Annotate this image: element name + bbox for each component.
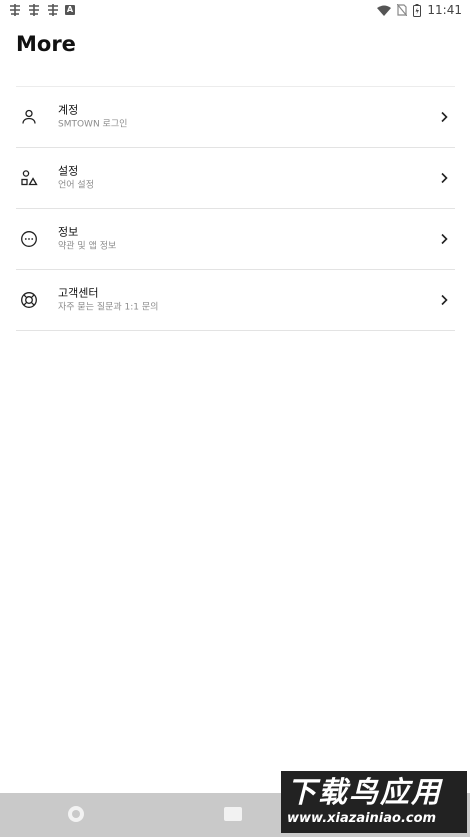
- carrier-icon: [29, 4, 39, 16]
- clock: 11:41: [427, 3, 462, 17]
- carrier-icon: [48, 4, 58, 16]
- shapes-icon: [21, 170, 38, 186]
- chevron-right-icon: [441, 172, 448, 184]
- menu-item-text: 설정 언어 설정: [58, 164, 94, 193]
- watermark: 下载鸟应用 www.xiazainiao.com: [281, 771, 467, 833]
- chevron-right-icon: [441, 111, 448, 123]
- home-button[interactable]: [68, 806, 84, 822]
- menu-item-account[interactable]: 계정 SMTOWN 로그인: [16, 87, 455, 148]
- menu-item-sublabel: 약관 및 앱 정보: [58, 241, 117, 252]
- menu-list: 계정 SMTOWN 로그인 설정 언어 설정 정보 약관 및 앱 정보 고객센터…: [16, 86, 455, 331]
- system-status: 11:41: [377, 3, 462, 17]
- menu-item-info[interactable]: 정보 약관 및 앱 정보: [16, 209, 455, 270]
- menu-item-sublabel: 자주 묻는 질문과 1:1 문의: [58, 302, 159, 313]
- notification-area: A: [8, 4, 75, 16]
- status-bar: A 11:41: [0, 0, 470, 20]
- menu-item-label: 계정: [58, 103, 79, 117]
- menu-item-support[interactable]: 고객센터 자주 묻는 질문과 1:1 문의: [16, 270, 455, 331]
- watermark-title: 下载鸟应用: [287, 775, 443, 809]
- carrier-icon: [10, 4, 20, 16]
- page-title: More: [16, 32, 76, 56]
- a-badge-icon: A: [65, 5, 75, 15]
- watermark-url: www.xiazainiao.com: [287, 811, 437, 826]
- chevron-right-icon: [441, 294, 448, 306]
- home-icon: [72, 810, 80, 818]
- no-sim-icon: [397, 4, 408, 16]
- menu-item-text: 정보 약관 및 앱 정보: [58, 225, 116, 254]
- menu-item-label: 고객센터: [58, 286, 99, 300]
- menu-item-label: 설정: [58, 164, 79, 178]
- person-icon: [22, 109, 36, 124]
- menu-item-text: 계정 SMTOWN 로그인: [58, 103, 127, 132]
- menu-item-sublabel: 언어 설정: [58, 180, 94, 191]
- lifebuoy-icon: [21, 292, 37, 308]
- recents-button[interactable]: [224, 807, 242, 821]
- chevron-right-icon: [441, 233, 448, 245]
- menu-item-settings[interactable]: 설정 언어 설정: [16, 148, 455, 209]
- wifi-icon: [377, 5, 392, 16]
- menu-item-label: 정보: [58, 225, 79, 239]
- menu-item-sublabel: SMTOWN 로그인: [58, 119, 128, 130]
- menu-item-text: 고객센터 자주 묻는 질문과 1:1 문의: [58, 286, 158, 315]
- battery-icon: [413, 3, 422, 17]
- more-circle-icon: [21, 231, 37, 247]
